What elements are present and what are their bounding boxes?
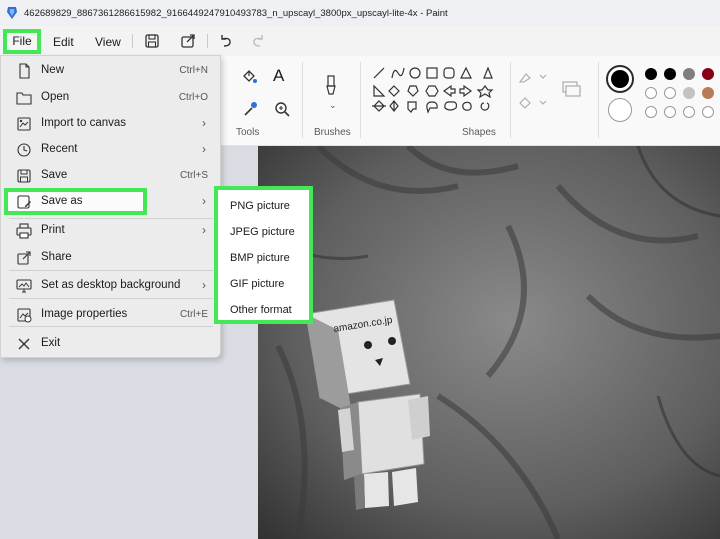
magnifier-icon[interactable]: [273, 100, 291, 118]
canvas-image[interactable]: amazon.co.jp: [258, 146, 720, 539]
palette-swatch-white-2[interactable]: [664, 87, 676, 99]
menu-item-save-as[interactable]: Save as ›: [1, 189, 220, 215]
fill-bucket-icon[interactable]: [240, 68, 258, 86]
share-icon[interactable]: [179, 32, 197, 50]
close-icon: [18, 338, 30, 350]
shapes-group-label: Shapes: [462, 127, 496, 138]
menu-separator: [132, 34, 133, 48]
palette-swatch-brown[interactable]: [702, 87, 714, 99]
primary-color-ring[interactable]: [606, 65, 634, 93]
folder-icon: [16, 92, 32, 105]
primary-color-swatch: [611, 70, 629, 88]
menu-item-label: Print: [41, 224, 65, 236]
new-file-icon: [19, 63, 30, 79]
chevron-right-icon: ›: [202, 116, 206, 130]
secondary-color-swatch[interactable]: [608, 98, 632, 122]
menu-item-set-desktop-background[interactable]: Set as desktop background ›: [1, 273, 220, 299]
outline-icon[interactable]: [518, 70, 548, 84]
clock-icon: [17, 143, 31, 157]
text-tool-icon[interactable]: A: [273, 66, 284, 86]
file-menu: New Ctrl+N Open Ctrl+O Import to canvas …: [0, 55, 221, 358]
palette-swatch-empty[interactable]: [664, 106, 676, 118]
title-bar: 462689829_8867361286615982_9166449247910…: [0, 0, 720, 26]
tools-group-label: Tools: [236, 127, 260, 138]
menu-item-recent[interactable]: Recent ›: [1, 137, 220, 163]
submenu-item-jpeg[interactable]: JPEG picture: [230, 226, 295, 238]
palette-swatch-gray[interactable]: [683, 68, 695, 80]
menu-item-shortcut: Ctrl+O: [178, 92, 208, 103]
menu-item-label: Save as: [41, 195, 83, 207]
menu-item-share[interactable]: Share: [1, 245, 220, 271]
properties-icon: [17, 308, 32, 323]
undo-icon[interactable]: [217, 32, 235, 50]
print-icon: [16, 223, 32, 239]
menu-bar: File Edit View: [0, 26, 720, 56]
chevron-right-icon: ›: [202, 278, 206, 292]
menu-item-label: Save: [41, 169, 68, 181]
menu-item-label: Recent: [41, 143, 78, 155]
menu-separator: [9, 298, 213, 299]
edit-menu-button[interactable]: Edit: [53, 32, 74, 52]
palette-swatch-empty[interactable]: [645, 106, 657, 118]
save-as-icon: [17, 195, 31, 209]
file-menu-button[interactable]: File: [3, 29, 41, 54]
palette-swatch-black-2[interactable]: [664, 68, 676, 80]
save-icon[interactable]: [143, 32, 161, 50]
menu-separator: [9, 326, 213, 327]
menu-item-new[interactable]: New Ctrl+N: [1, 58, 220, 84]
view-menu-button[interactable]: View: [95, 32, 121, 52]
menu-item-exit[interactable]: Exit: [1, 331, 220, 357]
menu-separator: [9, 270, 213, 271]
ribbon-separator: [510, 62, 511, 138]
menu-separator: [207, 34, 208, 48]
color-picker-icon[interactable]: [241, 100, 259, 118]
menu-item-label: Image properties: [41, 308, 128, 320]
layers-icon[interactable]: [560, 78, 582, 100]
redo-icon[interactable]: [249, 32, 267, 50]
palette-swatch-black[interactable]: [645, 68, 657, 80]
window-title: 462689829_8867361286615982_9166449247910…: [24, 7, 448, 19]
submenu-item-gif[interactable]: GIF picture: [230, 278, 284, 290]
share-icon: [17, 251, 31, 265]
menu-item-open[interactable]: Open Ctrl+O: [1, 85, 220, 111]
ribbon-separator: [302, 62, 303, 138]
ribbon-separator: [598, 62, 599, 138]
brush-chevron-down-icon[interactable]: ⌄: [329, 100, 337, 111]
menu-item-save[interactable]: Save Ctrl+S: [1, 163, 220, 189]
save-icon: [17, 169, 31, 183]
menu-item-shortcut: Ctrl+S: [179, 170, 208, 181]
chevron-right-icon: ›: [202, 194, 206, 208]
submenu-item-other-format[interactable]: Other format: [230, 304, 292, 316]
submenu-item-bmp[interactable]: BMP picture: [230, 252, 290, 264]
submenu-item-png[interactable]: PNG picture: [230, 200, 290, 212]
menu-item-shortcut: Ctrl+E: [179, 309, 208, 320]
menu-item-print[interactable]: Print ›: [1, 218, 220, 244]
menu-item-shortcut: Ctrl+N: [179, 65, 208, 76]
menu-item-image-properties[interactable]: Image properties Ctrl+E: [1, 302, 220, 328]
palette-swatch-light-gray[interactable]: [683, 87, 695, 99]
import-icon: [17, 117, 31, 131]
palette-swatch-white[interactable]: [645, 87, 657, 99]
paint-app-icon: [7, 7, 17, 19]
menu-item-import-to-canvas[interactable]: Import to canvas ›: [1, 111, 220, 137]
menu-item-label: Set as desktop background: [41, 279, 181, 291]
desktop-icon: [16, 279, 32, 293]
palette-swatch-empty[interactable]: [683, 106, 695, 118]
chevron-right-icon: ›: [202, 142, 206, 156]
danboard-photo: amazon.co.jp: [258, 146, 720, 539]
chevron-right-icon: ›: [202, 223, 206, 237]
menu-item-label: Share: [41, 251, 72, 263]
palette-swatch-dark-red[interactable]: [702, 68, 714, 80]
menu-item-label: New: [41, 64, 65, 76]
shapes-gallery[interactable]: [372, 66, 500, 122]
brushes-group-label: Brushes: [314, 127, 351, 138]
brush-icon[interactable]: [322, 74, 340, 100]
menu-item-label: Open: [41, 91, 70, 103]
palette-swatch-empty[interactable]: [702, 106, 714, 118]
ribbon-separator: [360, 62, 361, 138]
menu-item-label: Exit: [41, 337, 61, 349]
save-as-submenu: PNG picture JPEG picture BMP picture GIF…: [214, 186, 313, 324]
menu-item-label: Import to canvas: [41, 117, 127, 129]
fill-icon[interactable]: [518, 96, 548, 110]
